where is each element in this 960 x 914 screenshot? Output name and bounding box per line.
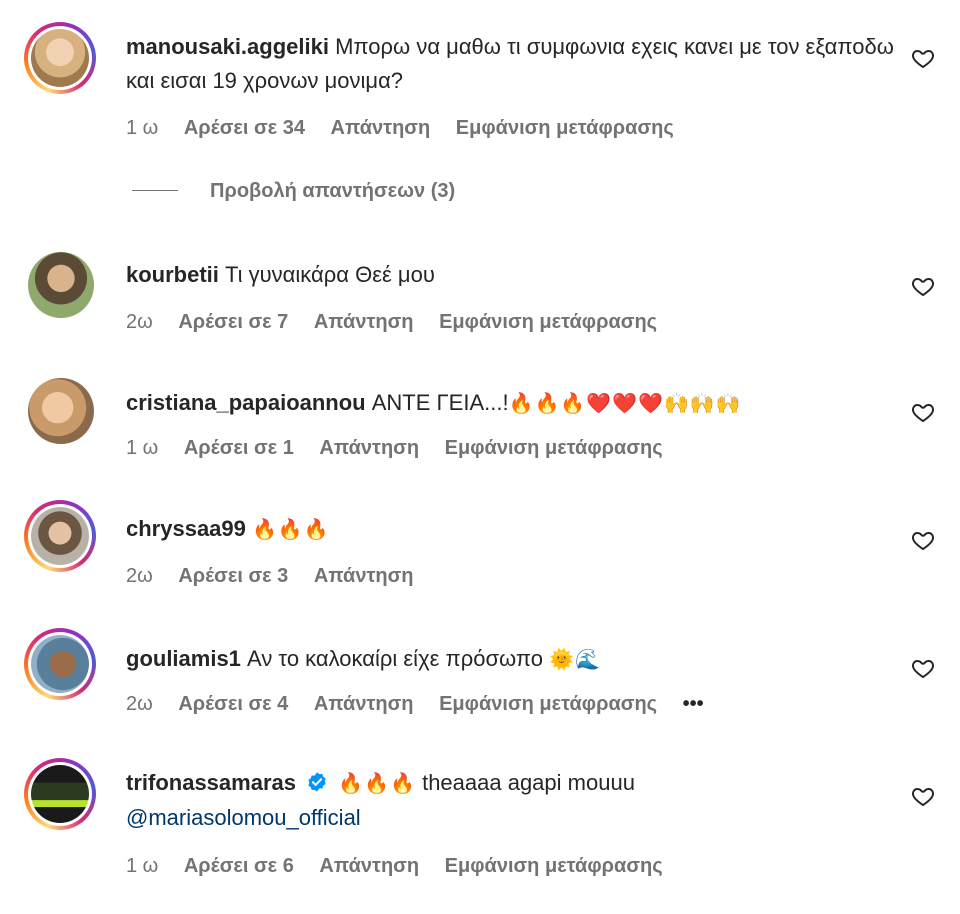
reply-button[interactable]: Απάντηση: [314, 311, 414, 333]
comment-emoji: 🔥🔥🔥: [252, 519, 330, 541]
likes-count[interactable]: Αρέσει σε 4: [178, 693, 288, 715]
username-link[interactable]: kourbetii: [126, 262, 219, 287]
heart-icon: [912, 404, 934, 422]
mention-link[interactable]: @mariasolomou_official: [126, 805, 361, 830]
comment-time: 2ω: [126, 565, 153, 587]
heart-icon: [912, 278, 934, 296]
reply-button[interactable]: Απάντηση: [314, 565, 414, 587]
verified-badge-icon: [306, 769, 328, 792]
comment-time: 2ω: [126, 693, 153, 715]
translate-button[interactable]: Εμφάνιση μετάφρασης: [445, 437, 663, 459]
heart-icon: [912, 788, 934, 806]
comment-meta: 2ω Αρέσει σε 3 Απάντηση: [126, 565, 434, 588]
comment-text: Τι γυναικάρα Θεέ μου: [225, 262, 435, 287]
reply-button[interactable]: Απάντηση: [331, 117, 431, 139]
comment-emoji: 🔥🔥🔥❤️❤️❤️🙌🙌🙌: [508, 393, 742, 415]
like-button[interactable]: [910, 528, 936, 552]
comment-time: 1 ω: [126, 855, 159, 877]
comment-meta: 2ω Αρέσει σε 7 Απάντηση Εμφάνιση μετάφρα…: [126, 311, 677, 334]
like-button[interactable]: [910, 400, 936, 424]
comment-text: ΑΝΤΕ ΓΕΙΑ...!: [371, 390, 509, 415]
like-button[interactable]: [910, 46, 936, 70]
more-options-button[interactable]: •••: [683, 693, 704, 715]
heart-icon: [912, 532, 934, 550]
reply-button[interactable]: Απάντηση: [314, 693, 414, 715]
likes-count[interactable]: Αρέσει σε 3: [178, 565, 288, 587]
translate-button[interactable]: Εμφάνιση μετάφρασης: [439, 693, 657, 715]
likes-count[interactable]: Αρέσει σε 1: [184, 437, 294, 459]
like-button[interactable]: [910, 656, 936, 680]
translate-button[interactable]: Εμφάνιση μετάφρασης: [439, 311, 657, 333]
like-button[interactable]: [910, 784, 936, 808]
username-link[interactable]: chryssaa99: [126, 516, 246, 541]
comment-time: 1 ω: [126, 437, 159, 459]
view-replies-button[interactable]: Προβολή απαντήσεων (3): [132, 180, 455, 203]
likes-count[interactable]: Αρέσει σε 34: [184, 117, 305, 139]
comment-meta: 1 ω Αρέσει σε 34 Απάντηση Εμφάνιση μετάφ…: [126, 117, 694, 140]
username-link[interactable]: manousaki.aggeliki: [126, 34, 329, 59]
comment-body: manousaki.aggeliki Μπορω να μαθω τι συμφ…: [126, 30, 896, 98]
comment-body: trifonassamaras 🔥🔥🔥 theaaaa agapi mouuu …: [126, 766, 896, 835]
comment-body: kourbetii Τι γυναικάρα Θεέ μου: [126, 258, 896, 292]
translate-button[interactable]: Εμφάνιση μετάφρασης: [445, 855, 663, 877]
heart-icon: [912, 50, 934, 68]
translate-button[interactable]: Εμφάνιση μετάφρασης: [456, 117, 674, 139]
comment-text: theaaaa agapi mouuu: [422, 770, 635, 795]
likes-count[interactable]: Αρέσει σε 6: [184, 855, 294, 877]
likes-count[interactable]: Αρέσει σε 7: [178, 311, 288, 333]
heart-icon: [912, 660, 934, 678]
comment-emoji: 🌞🌊: [549, 649, 601, 671]
avatar[interactable]: [24, 22, 96, 94]
comment-body: chryssaa99 🔥🔥🔥: [126, 512, 896, 547]
comment-meta: 2ω Αρέσει σε 4 Απάντηση Εμφάνιση μετάφρα…: [126, 693, 724, 716]
comment-time: 2ω: [126, 311, 153, 333]
reply-button[interactable]: Απάντηση: [319, 855, 419, 877]
username-link[interactable]: cristiana_papaioannou: [126, 390, 366, 415]
username-link[interactable]: trifonassamaras: [126, 770, 296, 795]
comment-body: cristiana_papaioannou ΑΝΤΕ ΓΕΙΑ...!🔥🔥🔥❤️…: [126, 386, 896, 421]
username-link[interactable]: gouliamis1: [126, 646, 241, 671]
comment-meta: 1 ω Αρέσει σε 1 Απάντηση Εμφάνιση μετάφρ…: [126, 437, 683, 460]
divider-line: [132, 190, 178, 191]
reply-button[interactable]: Απάντηση: [319, 437, 419, 459]
comment-time: 1 ω: [126, 117, 159, 139]
avatar[interactable]: [24, 758, 96, 830]
comment-body: gouliamis1 Αν το καλοκαίρι είχε πρόσωπο …: [126, 642, 896, 677]
like-button[interactable]: [910, 274, 936, 298]
avatar[interactable]: [24, 628, 96, 700]
avatar[interactable]: [28, 378, 94, 444]
comment-meta: 1 ω Αρέσει σε 6 Απάντηση Εμφάνιση μετάφρ…: [126, 855, 683, 878]
avatar[interactable]: [24, 500, 96, 572]
comment-text: Αν το καλοκαίρι είχε πρόσωπο: [247, 646, 544, 671]
avatar[interactable]: [28, 252, 94, 318]
comment-emoji: 🔥🔥🔥: [338, 773, 416, 795]
